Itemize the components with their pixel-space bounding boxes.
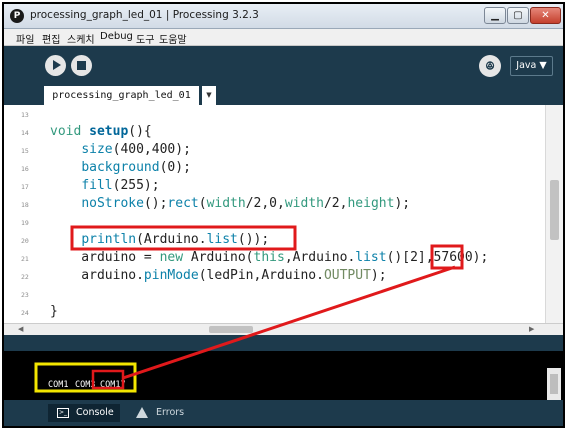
- code-line: 21 arduino = new Arduino(this,Arduino.li…: [4, 249, 544, 267]
- warning-icon: [136, 407, 148, 418]
- tab-menu-button[interactable]: ▼: [202, 86, 216, 105]
- line-number: 18: [21, 201, 29, 209]
- scroll-thumb[interactable]: [209, 326, 253, 333]
- line-number: 20: [21, 237, 29, 245]
- code-text[interactable]: void setup(){: [50, 123, 152, 141]
- menu-file[interactable]: 파일: [16, 31, 34, 46]
- tab-console-label: Console: [76, 407, 114, 418]
- console-port-com3: COM3: [75, 380, 96, 390]
- menu-debug[interactable]: Debug: [100, 31, 133, 42]
- title-bar[interactable]: P processing_graph_led_01 | Processing 3…: [4, 4, 563, 29]
- code-text[interactable]: arduino = new Arduino(this,Arduino.list(…: [50, 249, 488, 267]
- window-title: processing_graph_led_01 | Processing 3.2…: [30, 9, 259, 21]
- line-number: 13: [21, 111, 29, 119]
- console-scrollbar[interactable]: [547, 368, 561, 400]
- processing-window: P processing_graph_led_01 | Processing 3…: [2, 2, 565, 428]
- code-line: 17 fill(255);: [4, 177, 544, 195]
- code-line: 18 noStroke();rect(width/2,0,width/2,hei…: [4, 195, 544, 213]
- line-number: 24: [21, 309, 29, 317]
- console-tabs: >_ Console Errors: [4, 400, 563, 426]
- code-text[interactable]: println(Arduino.list());: [50, 231, 269, 249]
- code-text[interactable]: }: [50, 303, 58, 321]
- butterfly-icon[interactable]: ꔮ: [479, 55, 501, 77]
- menu-tools[interactable]: 도구: [136, 31, 154, 46]
- menu-bar: 파일 편집 스케치 Debug 도구 도움말: [4, 29, 563, 46]
- console-port-com1: COM1: [48, 380, 69, 390]
- code-line: 24 }: [4, 303, 544, 321]
- console-output[interactable]: COM1 COM3 COM17: [4, 351, 563, 400]
- menu-help[interactable]: 도움말: [159, 31, 187, 46]
- scroll-thumb[interactable]: [550, 180, 559, 240]
- scroll-right-icon[interactable]: ▶: [529, 325, 534, 333]
- scroll-thumb[interactable]: [550, 374, 558, 394]
- mode-selector[interactable]: Java ▼: [510, 56, 553, 76]
- editor-vertical-scrollbar[interactable]: [545, 105, 563, 323]
- menu-edit[interactable]: 편집: [42, 31, 60, 46]
- code-line: 14 void setup(){: [4, 123, 544, 141]
- line-number: 21: [21, 255, 29, 263]
- code-text[interactable]: arduino.pinMode(ledPin,Arduino.OUTPUT);: [50, 267, 386, 285]
- code-line: 15 size(400,400);: [4, 141, 544, 159]
- line-number: 19: [21, 219, 29, 227]
- tab-processing-graph-led-01[interactable]: processing_graph_led_01: [44, 86, 199, 105]
- line-number: 23: [21, 291, 29, 299]
- tab-console[interactable]: >_ Console: [48, 404, 120, 422]
- code-line: 20 println(Arduino.list());: [4, 231, 544, 249]
- maximize-button[interactable]: ▢: [507, 7, 529, 24]
- console-port-com17: COM17: [100, 380, 126, 390]
- code-line: 13: [4, 105, 544, 123]
- code-line: 23: [4, 285, 544, 303]
- code-line: 19: [4, 213, 544, 231]
- menu-sketch[interactable]: 스케치: [67, 31, 95, 46]
- code-text[interactable]: background(0);: [50, 159, 191, 177]
- editor-horizontal-scrollbar[interactable]: ◀ ▶: [4, 323, 563, 335]
- sketch-tabs: processing_graph_led_01 ▼: [4, 86, 563, 105]
- tab-errors-label: Errors: [156, 407, 185, 418]
- scroll-left-icon[interactable]: ◀: [18, 325, 23, 333]
- message-area: [4, 335, 563, 351]
- tab-errors[interactable]: Errors: [128, 404, 198, 422]
- toolbar: ꔮ Java ▼: [4, 46, 563, 86]
- console-icon: >_: [57, 408, 69, 418]
- code-editor[interactable]: 13 14 void setup(){ 15 size(400,400); 16…: [4, 105, 563, 323]
- code-line: 16 background(0);: [4, 159, 544, 177]
- line-number: 17: [21, 183, 29, 191]
- run-button[interactable]: [45, 55, 66, 76]
- line-number: 14: [21, 129, 29, 137]
- code-text[interactable]: size(400,400);: [50, 141, 191, 159]
- line-number: 22: [21, 273, 29, 281]
- code-text[interactable]: fill(255);: [50, 177, 159, 195]
- stop-button[interactable]: [71, 55, 92, 76]
- stop-icon: [77, 61, 86, 70]
- processing-icon: P: [10, 9, 24, 23]
- code-line: 22 arduino.pinMode(ledPin,Arduino.OUTPUT…: [4, 267, 544, 285]
- code-text[interactable]: noStroke();rect(width/2,0,width/2,height…: [50, 195, 410, 213]
- play-icon: [53, 60, 61, 70]
- minimize-button[interactable]: ▁: [484, 7, 506, 24]
- line-number: 15: [21, 147, 29, 155]
- close-button[interactable]: ✕: [530, 7, 561, 24]
- line-number: 16: [21, 165, 29, 173]
